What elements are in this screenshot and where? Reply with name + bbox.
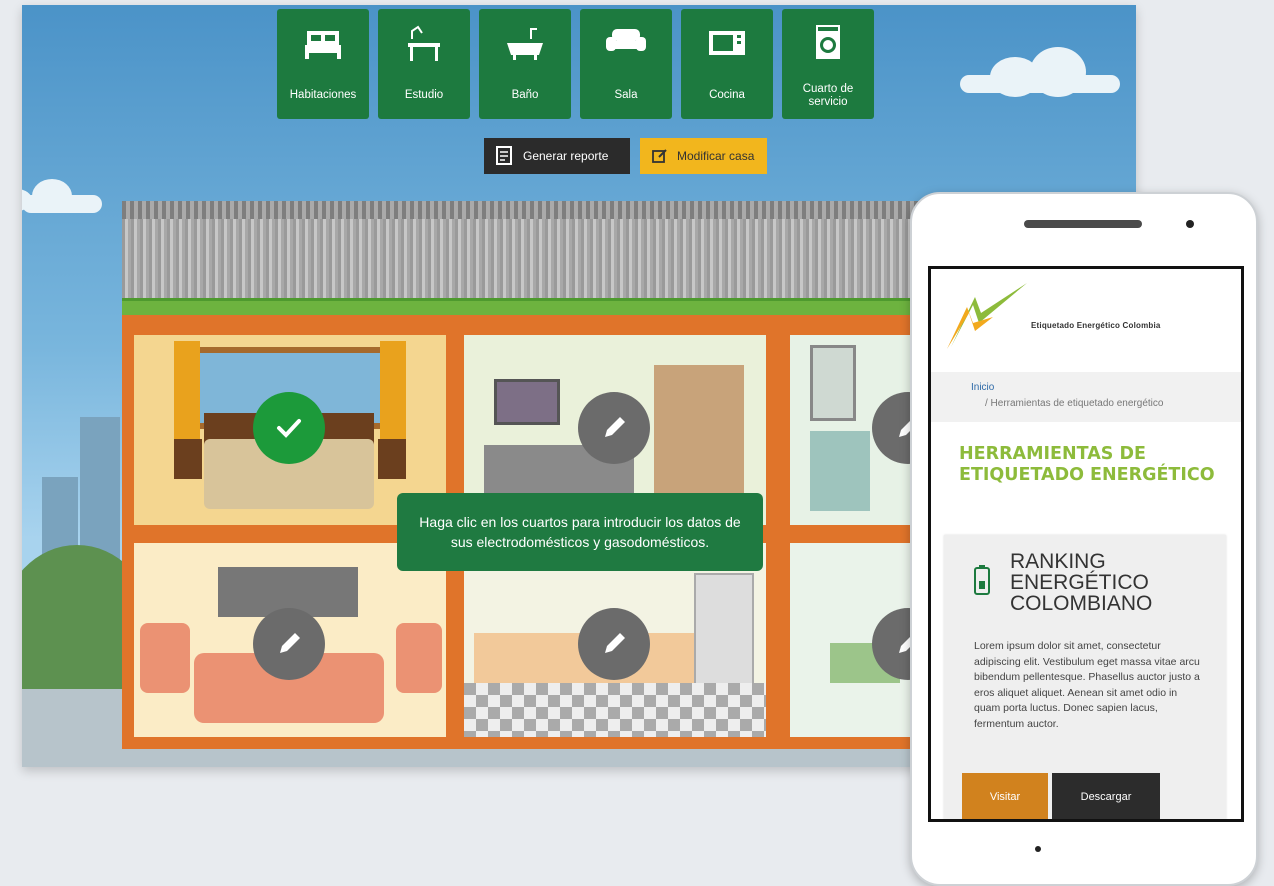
pencil-icon [605,417,625,437]
washing-machine-icon [816,25,840,59]
nightstand [174,439,202,479]
room-button-label: Cuarto de servicio [782,83,874,109]
room-status-check [253,392,325,464]
desk-lamp-icon [408,25,440,61]
label-line: servicio [808,96,848,108]
bathtub-icon [507,28,543,60]
armchair [140,623,190,693]
battery-icon [974,565,990,595]
room-status-edit [578,392,650,464]
nightstand [378,439,406,479]
visit-button[interactable]: Visitar [962,773,1048,819]
room-button-label: Habitaciones [289,89,357,101]
breadcrumb-current: / Herramientas de etiquetado energético [985,398,1164,409]
room-button-label: Estudio [404,89,444,101]
phone-speaker [1024,220,1142,228]
microwave-icon [709,31,745,55]
card-text: Lorem ipsum dolor sit amet, consectetur … [974,640,1200,730]
report-icon [496,146,512,165]
armchair [396,623,442,693]
tooltip-text: Haga clic en los cuartos para introducir… [419,514,741,550]
check-icon [277,419,301,438]
instruction-tooltip: Haga clic en los cuartos para introducir… [397,493,763,571]
cloud [960,47,1120,97]
modify-house-button[interactable]: Modificar casa [640,138,767,174]
room-button-label: Baño [511,89,539,101]
sink [810,431,870,511]
room-status-edit [578,608,650,680]
room-button-label: Sala [614,89,638,101]
logo-text: Etiquetado Energético Colombia [1031,321,1161,330]
sofa-icon [606,29,646,51]
bed-icon [305,31,341,59]
ranking-card: RANKING ENERGÉTICO COLOMBIANO Lorem ipsu… [944,535,1226,819]
download-button[interactable]: Descargar [1052,773,1160,819]
room-button-label: Cocina [709,89,745,101]
generate-report-button[interactable]: Generar reporte [484,138,630,174]
label-line: Cuarto de [802,83,854,95]
room-button-cuarto-de-servicio[interactable]: Cuarto de servicio [782,9,874,119]
tv [494,379,560,425]
cloud [22,179,102,213]
pencil-icon [280,633,300,653]
mobile-phone-mockup: Etiquetado Energético Colombia Inicio / … [910,192,1258,886]
room-button-habitaciones[interactable]: Habitaciones [277,9,369,119]
page-title: HERRAMIENTAS DE ETIQUETADO ENERGÉTICO [959,444,1215,485]
room-button-bano[interactable]: Baño [479,9,571,119]
card-title: RANKING ENERGÉTICO COLOMBIANO [1010,550,1153,615]
room-button-sala[interactable]: Sala [580,9,672,119]
mirror [810,345,856,421]
room-living[interactable] [134,543,446,737]
phone-camera [1186,220,1194,228]
mobile-screen: Etiquetado Energético Colombia Inicio / … [928,266,1244,822]
tiled-floor [464,683,766,737]
site-logo[interactable]: Etiquetado Energético Colombia [939,277,1239,357]
breadcrumb: Inicio / Herramientas de etiquetado ener… [931,372,1241,422]
room-status-edit [253,608,325,680]
edit-icon [652,149,667,163]
room-kitchen[interactable] [464,543,766,737]
fridge [694,573,754,687]
room-button-estudio[interactable]: Estudio [378,9,470,119]
modify-house-label: Modificar casa [677,149,755,163]
pencil-icon [605,633,625,653]
breadcrumb-home-link[interactable]: Inicio [971,382,994,393]
room-button-cocina[interactable]: Cocina [681,9,773,119]
lightning-check-logo-icon [947,283,1027,349]
generate-report-label: Generar reporte [523,149,609,163]
phone-home-button[interactable] [1035,846,1041,852]
